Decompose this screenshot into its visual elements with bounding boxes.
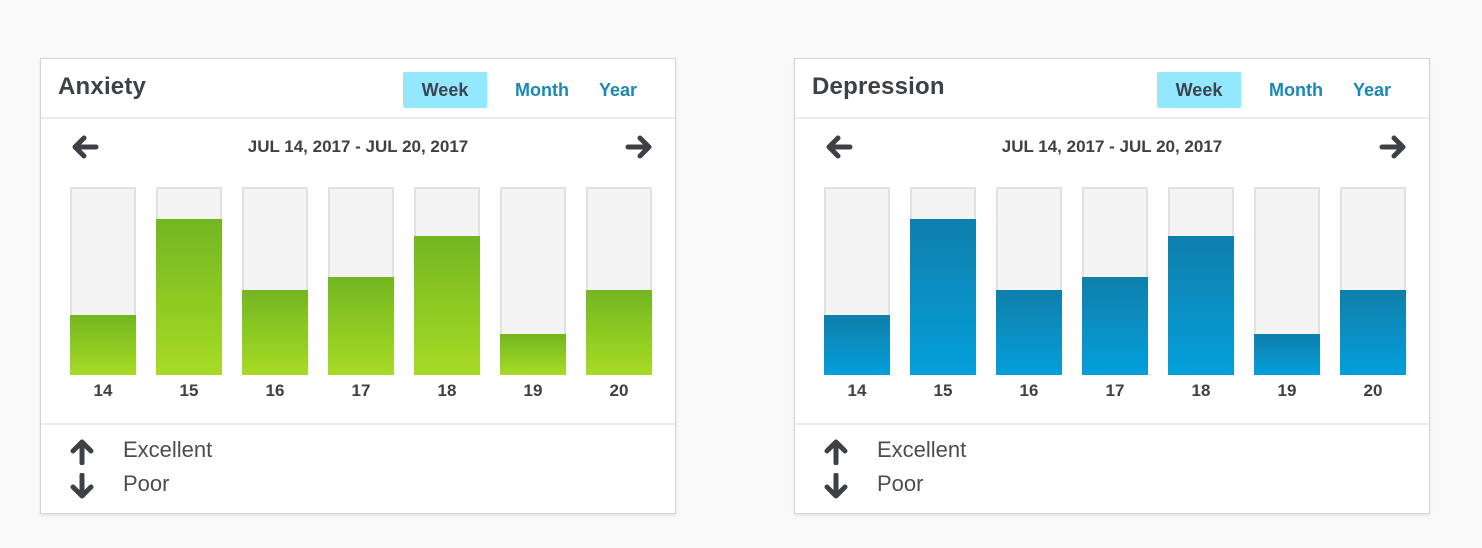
x-tick-label: 20 (1363, 381, 1383, 400)
bar-track[interactable] (824, 187, 890, 375)
bar (824, 315, 890, 375)
x-tick-label: 20 (609, 381, 629, 400)
card-title: Anxiety (58, 73, 147, 100)
legend-label: Poor (123, 471, 170, 496)
x-tick-label: 18 (437, 381, 457, 400)
tab-week[interactable]: Week (403, 72, 487, 108)
bar (1340, 290, 1406, 375)
x-tick-label: 14 (93, 381, 113, 400)
legend-label: Poor (877, 471, 924, 496)
date-range-label: JUL 14, 2017 - JUL 20, 2017 (247, 137, 469, 156)
bar-track[interactable] (414, 187, 480, 375)
anxiety-card: Anxiety Week Month Year JUL 14, 2017 - J… (40, 58, 676, 514)
bar-track[interactable] (996, 187, 1062, 375)
card-header: Depression Week Month Year (795, 59, 1429, 119)
bar-track[interactable] (328, 187, 394, 375)
x-tick-label: 16 (1019, 381, 1039, 400)
bar-track[interactable] (500, 187, 566, 375)
date-range-label: JUL 14, 2017 - JUL 20, 2017 (1001, 137, 1223, 156)
bar (1254, 334, 1320, 375)
x-tick-label: 15 (179, 381, 199, 400)
bar (70, 315, 136, 375)
bar-track[interactable] (70, 187, 136, 375)
card-title: Depression (812, 73, 945, 100)
tab-month[interactable]: Month (515, 72, 569, 108)
x-tick-label: 17 (1105, 381, 1125, 400)
date-navigation: JUL 14, 2017 - JUL 20, 2017 (41, 133, 675, 163)
tab-year[interactable]: Year (599, 72, 637, 108)
bar-track[interactable] (586, 187, 652, 375)
bar (1168, 236, 1234, 375)
arrow-right-icon[interactable] (1379, 133, 1407, 161)
bar (586, 290, 652, 375)
legend: Excellent Poor (795, 423, 1429, 517)
bar (500, 334, 566, 375)
anxiety-bar-chart: 14 15 16 17 18 19 20 (41, 185, 677, 401)
bar (1082, 277, 1148, 375)
depression-bar-chart: 14 15 16 17 18 19 20 (795, 185, 1431, 401)
x-tick-label: 14 (847, 381, 867, 400)
bar (414, 236, 480, 375)
bar-track[interactable] (1082, 187, 1148, 375)
bar-track[interactable] (1254, 187, 1320, 375)
tab-month[interactable]: Month (1269, 72, 1323, 108)
tab-week[interactable]: Week (1157, 72, 1241, 108)
x-tick-label: 19 (1277, 381, 1297, 400)
arrow-down-icon (823, 472, 849, 499)
arrow-right-icon[interactable] (625, 133, 653, 161)
x-tick-label: 16 (265, 381, 285, 400)
x-tick-label: 15 (933, 381, 953, 400)
arrow-up-icon (69, 439, 95, 466)
bar-track[interactable] (242, 187, 308, 375)
legend-label: Excellent (123, 437, 213, 462)
bar (996, 290, 1062, 375)
x-tick-label: 19 (523, 381, 543, 400)
arrow-down-icon (69, 472, 95, 499)
bar (156, 219, 222, 375)
bar-track[interactable] (1340, 187, 1406, 375)
depression-card: Depression Week Month Year JUL 14, 2017 … (794, 58, 1430, 514)
tab-year[interactable]: Year (1353, 72, 1391, 108)
legend-label: Excellent (877, 437, 967, 462)
legend: Excellent Poor (41, 423, 675, 517)
bar-track[interactable] (156, 187, 222, 375)
arrow-up-icon (823, 439, 849, 466)
bar (242, 290, 308, 375)
bar (910, 219, 976, 375)
card-header: Anxiety Week Month Year (41, 59, 675, 119)
x-tick-label: 17 (351, 381, 371, 400)
date-navigation: JUL 14, 2017 - JUL 20, 2017 (795, 133, 1429, 163)
x-tick-label: 18 (1191, 381, 1211, 400)
bar (328, 277, 394, 375)
bar-track[interactable] (1168, 187, 1234, 375)
bar-track[interactable] (910, 187, 976, 375)
